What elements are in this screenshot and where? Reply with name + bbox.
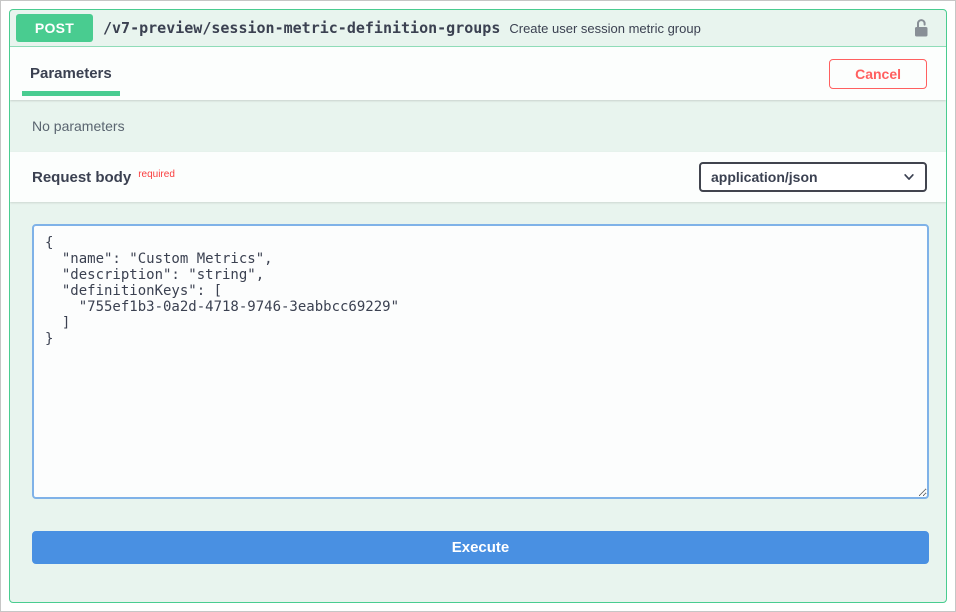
request-body-label-group: Request body required [32, 169, 175, 186]
tab-bar: Parameters Cancel [10, 47, 946, 100]
request-body-editor[interactable]: { "name": "Custom Metrics", "description… [32, 224, 929, 499]
swagger-operation-panel: POST /v7-preview/session-metric-definiti… [0, 0, 956, 612]
execute-button[interactable]: Execute [32, 531, 929, 564]
tab-parameters[interactable]: Parameters [22, 47, 120, 100]
request-body-label: Request body [32, 169, 131, 186]
execute-button-row: Execute [10, 531, 946, 584]
request-body-header: Request body required application/json [10, 152, 946, 202]
content-type-select[interactable]: application/json [699, 162, 927, 192]
opblock-post: POST /v7-preview/session-metric-definiti… [9, 9, 947, 603]
request-body-section: { "name": "Custom Metrics", "description… [10, 202, 946, 531]
tab-parameters-label: Parameters [30, 65, 112, 82]
no-parameters-message: No parameters [10, 100, 946, 152]
cancel-button[interactable]: Cancel [829, 59, 927, 89]
content-type-select-wrapper: application/json [699, 162, 927, 192]
operation-summary[interactable]: POST /v7-preview/session-metric-definiti… [10, 10, 946, 47]
method-badge: POST [16, 14, 93, 42]
endpoint-path: /v7-preview/session-metric-definition-gr… [103, 19, 500, 37]
endpoint-description: Create user session metric group [509, 21, 910, 36]
required-badge: required [138, 169, 175, 180]
unlocked-icon-glyph [911, 17, 931, 39]
active-tab-underline [22, 91, 120, 96]
unlocked-icon[interactable] [910, 17, 932, 39]
